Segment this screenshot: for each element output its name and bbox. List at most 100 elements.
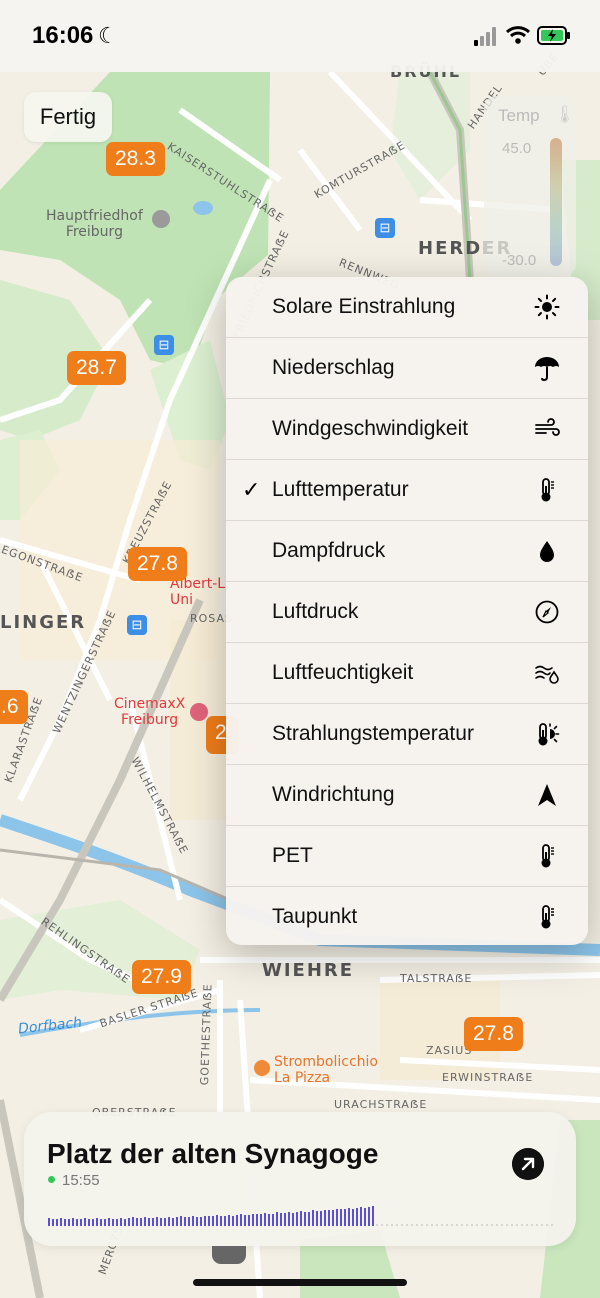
apple-logo-icon xyxy=(14,1216,30,1232)
sparkline-bar xyxy=(108,1218,110,1226)
sparkline-bar xyxy=(228,1215,230,1226)
sparkline-bar xyxy=(336,1209,338,1226)
sparkline-bar xyxy=(208,1216,210,1226)
sparkline-bar xyxy=(344,1209,346,1226)
menu-item-strahlungstemperatur[interactable]: Strahlungstemperatur xyxy=(226,704,588,765)
sparkline-bar xyxy=(276,1212,278,1226)
done-button[interactable]: Fertig xyxy=(24,92,112,142)
arrow-north-icon xyxy=(538,784,556,806)
sparkline-bar xyxy=(340,1209,342,1226)
sparkline-bar xyxy=(96,1218,98,1226)
thermometer-icon xyxy=(541,478,554,502)
sparkline-bar xyxy=(328,1210,330,1226)
sparkline-bar xyxy=(136,1218,138,1226)
status-time: 16:06 xyxy=(32,22,94,49)
temperature-badge[interactable]: .6 xyxy=(0,690,28,724)
sparkline-bar xyxy=(368,1207,370,1226)
poi-label[interactable]: Hauptfriedhof Freiburg xyxy=(46,208,143,240)
temperature-badge[interactable]: 28.3 xyxy=(106,142,165,176)
gauge-icon xyxy=(535,600,559,624)
poi-label[interactable]: Strombolicchio La Pizza xyxy=(274,1054,378,1086)
menu-item-label: Luftfeuchtigkeit xyxy=(272,661,414,684)
sparkline-bar xyxy=(304,1212,306,1226)
legend-title: Temp xyxy=(498,106,540,125)
tram-icon[interactable]: ⊟ xyxy=(154,335,174,355)
menu-item-windrichtung[interactable]: Windrichtung xyxy=(226,765,588,826)
tram-icon[interactable]: ⊟ xyxy=(127,615,147,635)
home-indicator[interactable] xyxy=(193,1279,407,1286)
sparkline-bar xyxy=(192,1216,194,1226)
menu-item-luftdruck[interactable]: Luftdruck xyxy=(226,582,588,643)
menu-item-label: Strahlungstemperatur xyxy=(272,722,474,745)
sparkline-bar xyxy=(284,1213,286,1226)
sparkline-bar xyxy=(204,1216,206,1226)
sparkline-bar xyxy=(356,1208,358,1226)
sparkline-bar xyxy=(72,1218,74,1226)
sparkline-bar xyxy=(176,1217,178,1226)
menu-item-taupunkt[interactable]: Taupunkt xyxy=(226,887,588,945)
sparkline-bar xyxy=(164,1218,166,1226)
menu-item-luftfeuchtigkeit[interactable]: Luftfeuchtigkeit xyxy=(226,643,588,704)
temperature-badge[interactable]: 27.9 xyxy=(132,960,191,994)
thermometer-icon xyxy=(541,905,554,929)
restaurant-icon[interactable] xyxy=(254,1060,270,1076)
sparkline-bar xyxy=(100,1219,102,1226)
station-time: 15:55 xyxy=(62,1172,100,1189)
sparkline-bar xyxy=(172,1218,174,1226)
menu-item-label: Dampfdruck xyxy=(272,539,386,562)
menu-item-pet[interactable]: PET xyxy=(226,826,588,887)
sparkline-bar xyxy=(124,1219,126,1226)
sparkline-bar xyxy=(332,1210,334,1226)
sparkline-bar xyxy=(248,1215,250,1226)
menu-item-dampfdruck[interactable]: Dampfdruck xyxy=(226,521,588,582)
status-bar: 16:06 ☾ xyxy=(0,0,600,72)
drag-handle[interactable] xyxy=(212,1246,246,1264)
cemetery-icon[interactable] xyxy=(152,210,170,228)
sparkline-bar xyxy=(132,1217,134,1226)
temperature-badge[interactable]: 28.7 xyxy=(67,351,126,385)
menu-item-windgeschwindigkeit[interactable]: Windgeschwindigkeit xyxy=(226,399,588,460)
sparkline-bar xyxy=(128,1218,130,1226)
sparkline-bar xyxy=(264,1213,266,1226)
sparkline-bar xyxy=(320,1211,322,1226)
menu-item-niederschlag[interactable]: Niederschlag xyxy=(226,338,588,399)
open-station-button[interactable] xyxy=(512,1148,544,1180)
cellular-signal-icon xyxy=(474,26,500,46)
sparkline-bar xyxy=(180,1216,182,1226)
sparkline-bar xyxy=(156,1217,158,1226)
sparkline-bar xyxy=(312,1210,314,1226)
menu-item-label: Niederschlag xyxy=(272,356,395,379)
tram-icon[interactable]: ⊟ xyxy=(375,218,395,238)
sparkline-bar xyxy=(288,1212,290,1226)
temperature-sparkline xyxy=(48,1206,554,1226)
temperature-badge[interactable]: 27.8 xyxy=(128,547,187,581)
sparkline-bar xyxy=(232,1216,234,1226)
sparkline-bar xyxy=(196,1217,198,1226)
poi-label[interactable]: CinemaxX Freiburg xyxy=(114,696,185,728)
cinema-icon[interactable] xyxy=(190,703,208,721)
sparkline-bar xyxy=(212,1216,214,1226)
sparkline-bar xyxy=(316,1211,318,1226)
station-card[interactable]: Platz der alten Synagoge 15:55 xyxy=(24,1112,576,1246)
sparkline-bar xyxy=(244,1215,246,1226)
sparkline-bar xyxy=(324,1210,326,1226)
menu-item-lufttemperatur[interactable]: ✓ Lufttemperatur xyxy=(226,460,588,521)
district-label: LINGER xyxy=(0,612,87,633)
sparkline-bar xyxy=(112,1219,114,1226)
district-label: WIEHRE xyxy=(262,960,355,981)
sparkline-bar xyxy=(272,1214,274,1226)
sparkline-bar xyxy=(308,1212,310,1226)
temperature-legend: Temp 🌡 45.0 -30.0 xyxy=(484,96,576,276)
battery-charging-icon xyxy=(537,26,570,45)
sparkline-bar xyxy=(104,1219,106,1226)
sparkline-bar xyxy=(160,1218,162,1226)
focus-moon-icon: ☾ xyxy=(98,23,118,48)
sparkline-bar xyxy=(48,1218,50,1226)
temperature-badge[interactable]: 27.8 xyxy=(464,1017,523,1051)
menu-item-label: Luftdruck xyxy=(272,600,359,623)
menu-item-label: PET xyxy=(272,844,313,867)
menu-item-solare-einstrahlung[interactable]: Solare Einstrahlung xyxy=(226,277,588,338)
sparkline-bar xyxy=(268,1214,270,1226)
app-root: KAISERSTUHLSTRAẞE KOMTURSTRAẞE FRIEDRICH… xyxy=(0,0,600,1298)
umbrella-icon xyxy=(535,357,559,381)
